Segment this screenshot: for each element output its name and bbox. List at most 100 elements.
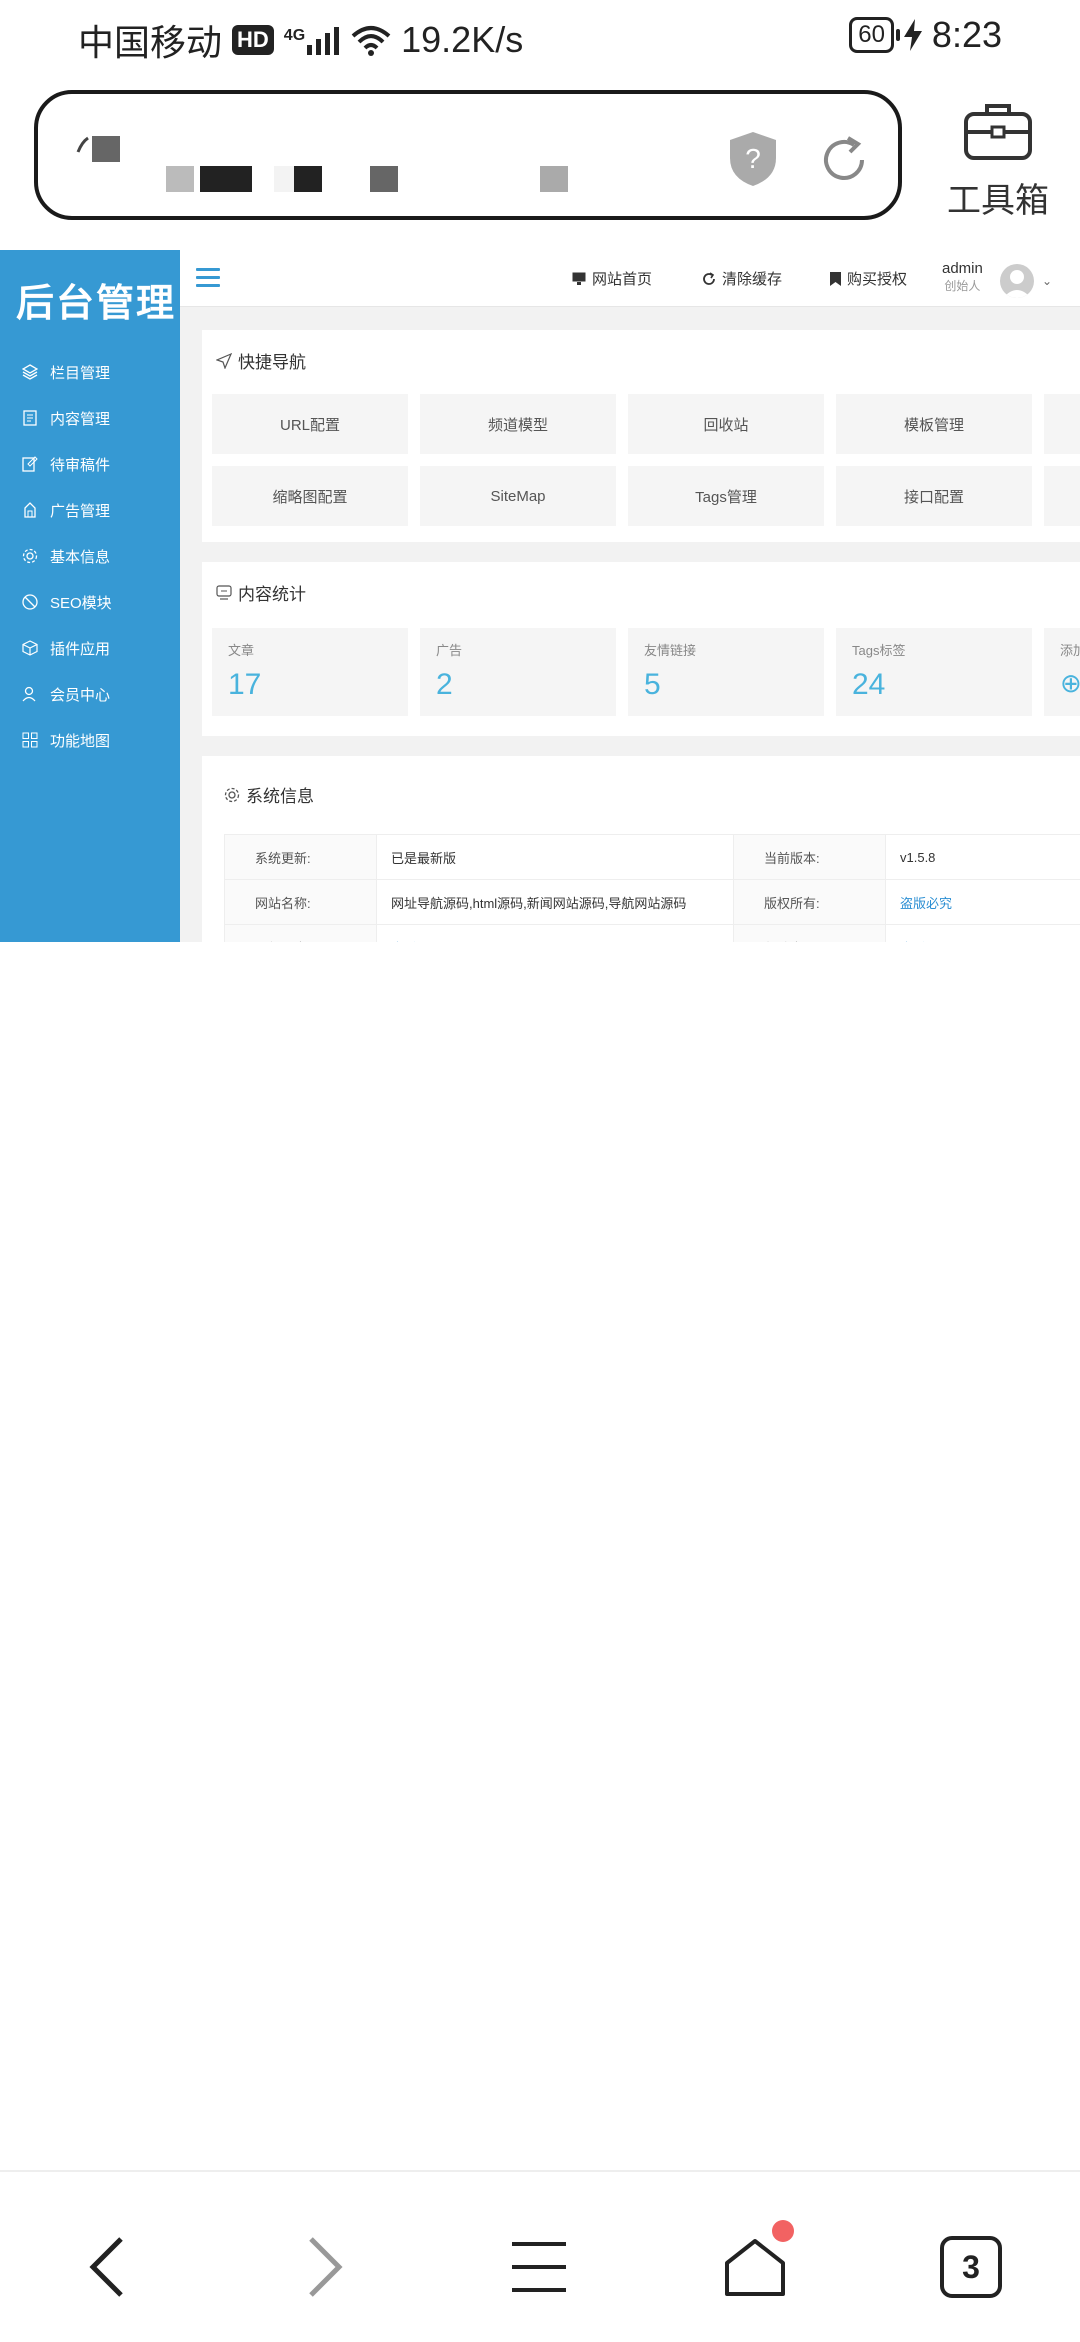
buy-license-label: 购买授权 xyxy=(847,268,907,289)
seo-icon xyxy=(22,594,38,610)
menu-button[interactable] xyxy=(494,2222,584,2312)
quick-nav-channel-model[interactable]: 频道模型 xyxy=(420,394,616,454)
refresh-icon xyxy=(702,272,716,286)
shield-question-icon[interactable]: ? xyxy=(728,130,778,188)
system-info-table: 系统更新: 已是最新版 当前版本: v1.5.8 网站名称: 网址导航源码,ht… xyxy=(224,834,1080,942)
sidebar-item-label: 基本信息 xyxy=(50,546,110,567)
menu-icon xyxy=(510,2238,568,2296)
table-key: 帮助中心: xyxy=(734,925,886,943)
monitor-chart-icon xyxy=(216,585,232,601)
sidebar-item-basic-info[interactable]: 基本信息 xyxy=(0,534,180,578)
quick-nav-url-config[interactable]: URL配置 xyxy=(212,394,408,454)
gear-icon xyxy=(224,787,240,803)
avatar-icon xyxy=(1000,264,1034,298)
forward-button[interactable] xyxy=(280,2222,370,2312)
user-info[interactable]: admin 创始人 xyxy=(942,260,983,294)
home-icon xyxy=(723,2237,787,2297)
sidebar-item-label: 内容管理 xyxy=(50,408,110,429)
sidebar-item-label: 广告管理 xyxy=(50,500,110,521)
table-row: 系统更新: 已是最新版 当前版本: v1.5.8 xyxy=(225,835,1080,880)
sidebar-item-content[interactable]: 内容管理 xyxy=(0,396,180,440)
sidebar-item-feature-map[interactable]: 功能地图 xyxy=(0,718,180,762)
address-bar[interactable]: ? xyxy=(34,90,902,220)
stat-label: Tags标签 xyxy=(852,640,905,659)
table-key: 更新日志: xyxy=(225,925,377,943)
clear-cache-link[interactable]: 清除缓存 xyxy=(702,268,782,289)
toolbox-icon xyxy=(963,100,1033,162)
reload-icon[interactable] xyxy=(816,132,872,188)
pixelated-url-icon-2 xyxy=(540,166,570,194)
buy-license-link[interactable]: 购买授权 xyxy=(830,268,907,289)
sidebar-item-pending[interactable]: 待审稿件 xyxy=(0,442,180,486)
sidebar-item-ads[interactable]: 广告管理 xyxy=(0,488,180,532)
quick-nav-thumbnail-config[interactable]: 缩略图配置 xyxy=(212,466,408,526)
home-link[interactable]: 网站首页 xyxy=(572,268,652,289)
stat-value: 17 xyxy=(228,668,261,702)
stat-tags[interactable]: Tags标签 24 xyxy=(836,628,1032,716)
quick-nav-more[interactable] xyxy=(1044,394,1080,454)
quick-nav-title: 快捷导航 xyxy=(216,348,306,373)
stat-label: 友情链接 xyxy=(644,640,696,659)
menu-toggle-icon[interactable] xyxy=(196,268,220,288)
help-center-link[interactable]: 查看 xyxy=(900,941,926,943)
table-value: 已是最新版 xyxy=(377,835,734,880)
add-icon: ⊕ xyxy=(1060,668,1080,699)
status-bar: 中国移动 HD 4G 19.2K/s 60 8:23 xyxy=(0,0,1080,80)
changelog-link[interactable]: 查看 xyxy=(391,941,417,943)
stat-articles[interactable]: 文章 17 xyxy=(212,628,408,716)
stat-ads[interactable]: 广告 2 xyxy=(420,628,616,716)
table-key: 网站名称: xyxy=(225,880,377,925)
table-key: 版权所有: xyxy=(734,880,886,925)
sidebar-item-label: SEO模块 xyxy=(50,592,112,613)
tabs-button[interactable]: 3 xyxy=(926,2222,1016,2312)
grid-icon xyxy=(22,732,38,748)
quick-nav-tags[interactable]: Tags管理 xyxy=(628,466,824,526)
table-row: 更新日志: 查看 帮助中心: 查看 xyxy=(225,925,1080,943)
copyright-link[interactable]: 盗版必究 xyxy=(900,896,952,911)
table-key: 当前版本: xyxy=(734,835,886,880)
clear-cache-label: 清除缓存 xyxy=(722,268,782,289)
sidebar-item-label: 插件应用 xyxy=(50,638,110,659)
logo: 后台管理 xyxy=(16,272,176,327)
admin-topbar: 网站首页 清除缓存 购买授权 admin 创始人 ⌄ xyxy=(180,250,1080,307)
system-info-title: 系统信息 xyxy=(224,782,314,807)
status-right: 60 8:23 xyxy=(849,14,1002,56)
stat-value: 24 xyxy=(852,668,885,702)
quick-nav-more-2[interactable] xyxy=(1044,466,1080,526)
stat-label: 广告 xyxy=(436,640,462,659)
quick-nav-templates[interactable]: 模板管理 xyxy=(836,394,1032,454)
clock: 8:23 xyxy=(932,14,1002,56)
table-row: 网站名称: 网址导航源码,html源码,新闻网站源码,导航网站源码 版权所有: … xyxy=(225,880,1080,925)
user-name: admin xyxy=(942,260,983,277)
table-value: 网址导航源码,html源码,新闻网站源码,导航网站源码 xyxy=(377,880,734,925)
stat-add[interactable]: 添加 ⊕ xyxy=(1044,628,1080,716)
avatar[interactable] xyxy=(1000,264,1034,298)
chevron-down-icon[interactable]: ⌄ xyxy=(1042,274,1052,288)
ad-icon xyxy=(22,502,38,518)
svg-text:?: ? xyxy=(745,143,761,174)
sidebar-item-label: 功能地图 xyxy=(50,730,110,751)
battery-icon: 60 xyxy=(849,17,894,53)
send-icon xyxy=(216,353,232,369)
sidebar-item-members[interactable]: 会员中心 xyxy=(0,672,180,716)
system-info-card: 系统信息 系统更新: 已是最新版 当前版本: v1.5.8 网站名称: 网址导航… xyxy=(202,756,1080,942)
toolbox-button[interactable]: 工具箱 xyxy=(938,100,1058,230)
sidebar-item-columns[interactable]: 栏目管理 xyxy=(0,350,180,394)
chevron-left-icon xyxy=(87,2235,127,2299)
admin-webpage: 后台管理 栏目管理 内容管理 待审稿件 广告管理 基本信息 SEO模块 插件应用 xyxy=(0,250,1080,942)
home-button[interactable] xyxy=(710,2222,800,2312)
sidebar-item-plugins[interactable]: 插件应用 xyxy=(0,626,180,670)
sidebar-item-label: 待审稿件 xyxy=(50,454,110,475)
stat-links[interactable]: 友情链接 5 xyxy=(628,628,824,716)
system-info-title-text: 系统信息 xyxy=(246,782,314,807)
notification-dot xyxy=(772,2220,794,2242)
user-role: 创始人 xyxy=(942,277,983,294)
quick-nav-api-config[interactable]: 接口配置 xyxy=(836,466,1032,526)
quick-nav-recycle-bin[interactable]: 回收站 xyxy=(628,394,824,454)
quick-nav-sitemap[interactable]: SiteMap xyxy=(420,466,616,526)
chevron-right-icon xyxy=(305,2235,345,2299)
content-stats-title: 内容统计 xyxy=(216,580,306,605)
sidebar-item-seo[interactable]: SEO模块 xyxy=(0,580,180,624)
back-button[interactable] xyxy=(62,2222,152,2312)
content-stats-title-text: 内容统计 xyxy=(238,580,306,605)
